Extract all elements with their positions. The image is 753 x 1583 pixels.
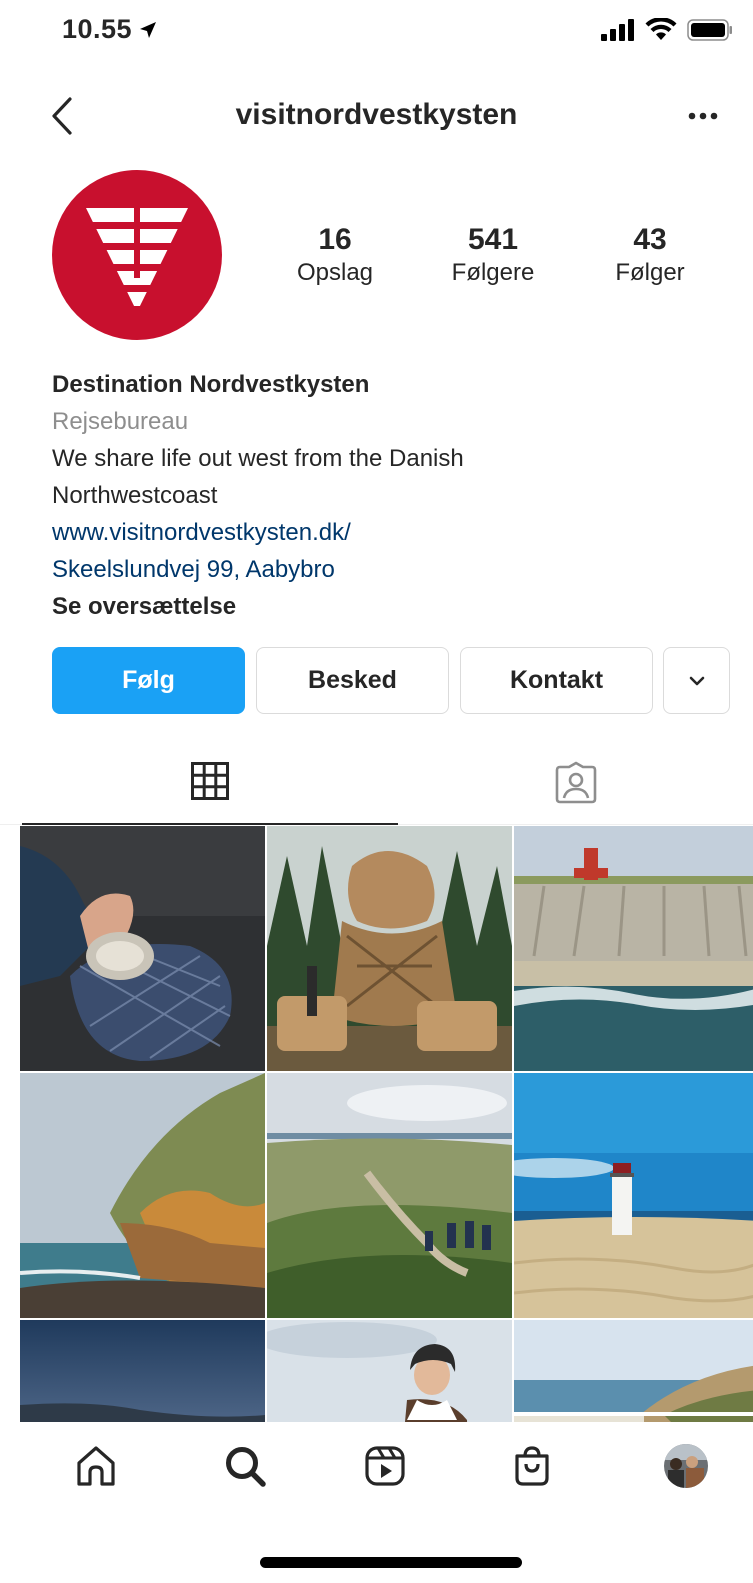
dune-lighthouse-photo <box>514 1073 753 1318</box>
stat-following-label: Følger <box>615 259 685 286</box>
bio-text-line-2: Northwestcoast <box>52 482 218 509</box>
search-icon <box>226 1447 266 1487</box>
profile-avatar <box>664 1444 708 1488</box>
see-translation-link[interactable]: Se oversættelse <box>52 588 712 625</box>
cliff-lighthouse-photo <box>514 826 753 1071</box>
sunset-photo <box>20 1320 265 1422</box>
home-indicator <box>260 1557 522 1568</box>
post-thumbnail[interactable] <box>20 1320 265 1422</box>
stat-following-count: 43 <box>633 223 667 256</box>
bio-address-link[interactable]: Skeelslundvej 99, Aabybro <box>52 551 712 588</box>
brand-logo-icon <box>86 208 188 306</box>
reels-icon <box>365 1446 405 1486</box>
post-thumbnail[interactable] <box>514 826 753 1071</box>
stat-posts[interactable]: 16 Opslag <box>265 224 405 290</box>
post-thumbnail[interactable] <box>267 1320 512 1422</box>
coastal-cliff-photo <box>20 1073 265 1318</box>
tagged-icon <box>555 761 597 804</box>
oyster-photo <box>20 826 265 1071</box>
signal-icon <box>601 19 634 41</box>
stat-posts-label: Opslag <box>296 259 374 286</box>
post-thumbnail[interactable] <box>267 1073 512 1318</box>
wooden-troll-photo <box>267 826 512 1071</box>
tab-posts-grid[interactable] <box>22 745 398 825</box>
contact-button[interactable]: Kontakt <box>460 647 653 714</box>
content-tabs <box>0 745 753 825</box>
grid-icon <box>191 762 229 800</box>
bio-website-link[interactable]: www.visitnordvestkysten.dk/ <box>52 514 712 551</box>
stat-followers-label: Følgere <box>451 259 535 286</box>
tab-search[interactable] <box>215 1436 275 1496</box>
profile-bio: Destination Nordvestkysten Rejsebureau W… <box>52 366 712 625</box>
tab-reels[interactable] <box>355 1436 415 1496</box>
ellipsis-icon <box>688 112 718 120</box>
dune-hikers-photo <box>267 1073 512 1318</box>
bio-category: Rejsebureau <box>52 408 189 435</box>
beach-cliff-photo <box>514 1320 753 1422</box>
location-arrow-icon <box>140 21 157 38</box>
shop-icon <box>515 1446 549 1486</box>
wifi-icon <box>645 18 677 40</box>
suggested-accounts-button[interactable] <box>663 647 730 714</box>
status-time: 10.55 <box>62 14 158 45</box>
profile-username: visitnordvestkysten <box>235 98 518 131</box>
tab-profile[interactable] <box>656 1436 716 1496</box>
follow-button[interactable]: Følg <box>52 647 245 714</box>
battery-icon <box>687 19 732 41</box>
tab-tagged[interactable] <box>388 745 753 825</box>
helmet-rider-photo <box>267 1320 512 1422</box>
profile-header: 16 Opslag 541 Følgere 43 Følger <box>0 168 753 343</box>
status-bar: 10.55 <box>0 0 753 70</box>
bottom-tab-bar <box>0 1422 753 1512</box>
more-options-button[interactable] <box>681 96 725 136</box>
post-thumbnail[interactable] <box>20 1073 265 1318</box>
bio-text-line-1: We share life out west from the Danish <box>52 445 464 472</box>
bio-name: Destination Nordvestkysten <box>52 371 370 398</box>
post-thumbnail[interactable] <box>514 1073 753 1318</box>
message-button[interactable]: Besked <box>256 647 449 714</box>
post-thumbnail[interactable] <box>267 826 512 1071</box>
tab-shop[interactable] <box>502 1436 562 1496</box>
stat-followers-count: 541 <box>467 223 519 256</box>
stat-followers[interactable]: 541 Følgere <box>423 224 563 290</box>
stat-posts-count: 16 <box>318 223 352 256</box>
post-thumbnail[interactable] <box>514 1320 753 1422</box>
chevron-left-icon <box>52 97 72 135</box>
chevron-down-icon <box>689 676 704 685</box>
home-icon <box>77 1446 115 1486</box>
tab-home[interactable] <box>66 1436 126 1496</box>
nav-bar: visitnordvestkysten <box>0 80 753 152</box>
back-button[interactable] <box>40 94 84 138</box>
post-thumbnail[interactable] <box>20 826 265 1071</box>
profile-avatar[interactable] <box>52 170 222 340</box>
profile-actions: Følg Besked Kontakt <box>52 647 730 714</box>
posts-grid <box>20 826 753 1422</box>
stat-following[interactable]: 43 Følger <box>580 224 720 290</box>
status-icons <box>601 18 733 42</box>
